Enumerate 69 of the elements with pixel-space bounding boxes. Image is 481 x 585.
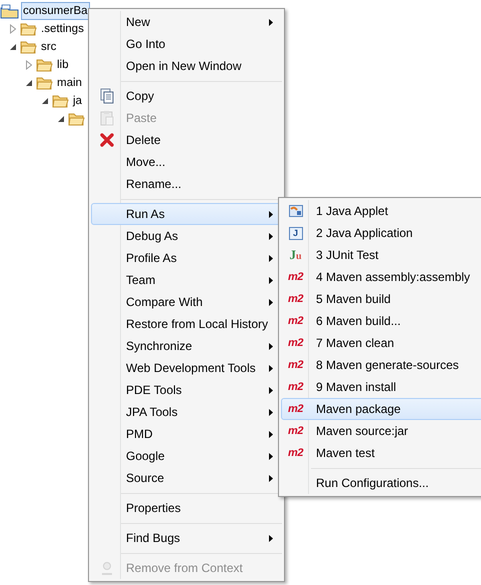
tree-item-label[interactable]: .settings (39, 20, 86, 38)
tree-item-label[interactable]: ja (71, 92, 84, 110)
menu-item[interactable]: Move... (91, 151, 282, 173)
junit-icon: Ju (289, 248, 302, 262)
folder-icon (68, 112, 85, 126)
menu-item[interactable]: m2 9 Maven install (281, 376, 481, 398)
collapsed-arrow-icon[interactable] (24, 60, 34, 70)
menu-item[interactable]: Google (91, 445, 282, 467)
menu-item[interactable]: m2 8 Maven generate-sources (281, 354, 481, 376)
delete-icon (99, 132, 115, 148)
project-icon (0, 3, 19, 19)
menu-item[interactable]: Team (91, 269, 282, 291)
menu-item[interactable]: New (91, 11, 282, 33)
expanded-arrow-icon[interactable] (8, 42, 18, 52)
menu-item[interactable]: Delete (91, 129, 282, 151)
menu-item[interactable]: Web Development Tools (91, 357, 282, 379)
menu-item[interactable]: m2 Maven source:jar (281, 420, 481, 442)
menu-item[interactable]: m2 Maven package (281, 398, 481, 420)
menu-item[interactable]: JPA Tools (91, 401, 282, 423)
menu-item[interactable]: 1 Java Applet (281, 200, 481, 222)
paste-icon (99, 110, 115, 126)
folder-icon (52, 94, 69, 108)
menu-item[interactable]: J 2 Java Application (281, 222, 481, 244)
menu-item[interactable]: Ju 3 JUnit Test (281, 244, 481, 266)
expanded-arrow-icon[interactable] (40, 96, 50, 106)
menu-item[interactable]: m2 6 Maven build... (281, 310, 481, 332)
copy-icon (99, 88, 115, 104)
maven-icon: m2 (288, 360, 303, 370)
menu-item[interactable]: m2 7 Maven clean (281, 332, 481, 354)
menu-item[interactable]: m2 Maven test (281, 442, 481, 464)
expanded-arrow-icon[interactable] (56, 114, 66, 124)
expanded-arrow-icon[interactable] (24, 78, 34, 88)
collapsed-arrow-icon[interactable] (8, 24, 18, 34)
menu-item[interactable]: Rename... (91, 173, 282, 195)
menu-item[interactable]: Compare With (91, 291, 282, 313)
menu-item[interactable]: m2 4 Maven assembly:assembly (281, 266, 481, 288)
folder-icon (36, 58, 53, 72)
tree-item-label[interactable]: consumerBa (21, 2, 90, 20)
folder-icon (20, 22, 37, 36)
tree-item-label[interactable]: lib (55, 56, 71, 74)
menu-item[interactable]: m2 5 Maven build (281, 288, 481, 310)
menu-item[interactable]: Properties (91, 497, 282, 519)
menu-item[interactable]: Restore from Local History (91, 313, 282, 335)
menu-item[interactable]: Find Bugs (91, 527, 282, 549)
menu-item[interactable]: Open in New Window (91, 55, 282, 77)
maven-icon: m2 (288, 316, 303, 326)
maven-icon: m2 (288, 404, 303, 414)
maven-icon: m2 (288, 294, 303, 304)
maven-icon: m2 (288, 272, 303, 282)
maven-icon: m2 (288, 426, 303, 436)
java-application-icon: J (288, 226, 302, 240)
tree-item-label[interactable]: src (39, 38, 58, 56)
menu-item[interactable]: Debug As (91, 225, 282, 247)
menu-item[interactable]: PMD (91, 423, 282, 445)
menu-item[interactable]: Go Into (91, 33, 282, 55)
menu-item[interactable]: Run Configurations... (281, 472, 481, 494)
maven-icon: m2 (288, 382, 303, 392)
menu-item[interactable]: Source (91, 467, 282, 489)
maven-icon: m2 (288, 448, 303, 458)
menu-item[interactable]: PDE Tools (91, 379, 282, 401)
tree-item-label[interactable]: main (55, 74, 84, 92)
maven-icon: m2 (288, 338, 303, 348)
folder-icon (20, 40, 37, 54)
remove-context-icon (99, 560, 115, 576)
menu-item[interactable]: Profile As (91, 247, 282, 269)
folder-icon (36, 76, 53, 90)
menu-item[interactable]: Copy (91, 85, 282, 107)
applet-icon (288, 203, 304, 219)
menu-item[interactable]: Synchronize (91, 335, 282, 357)
